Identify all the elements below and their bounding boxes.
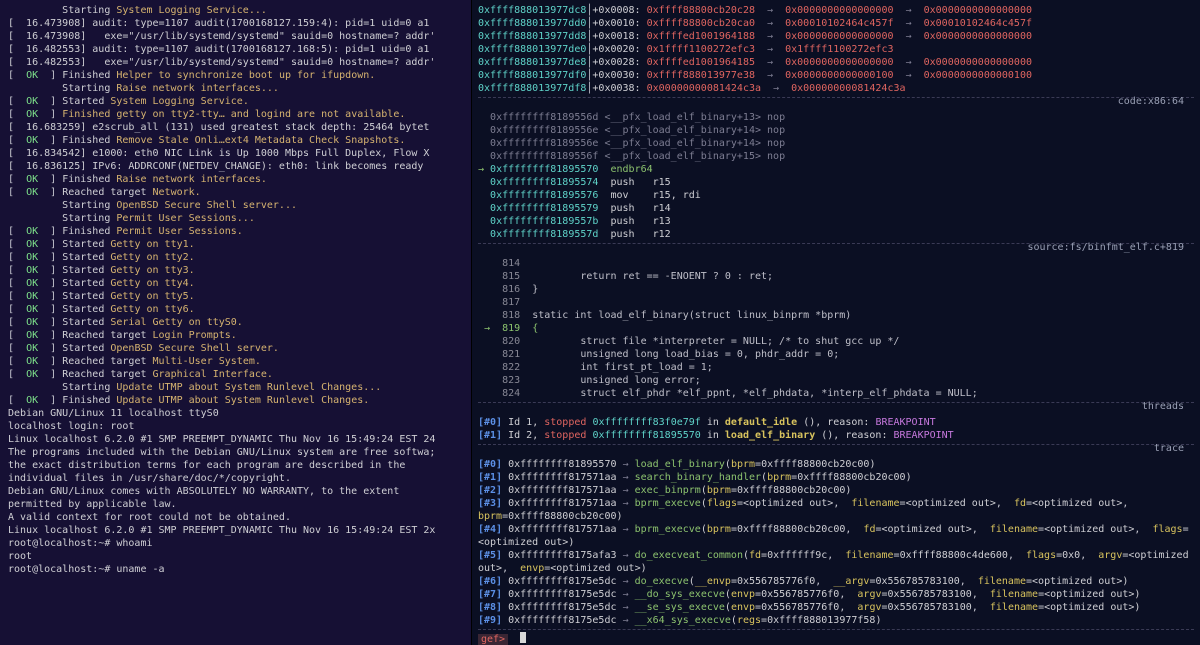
thread-row: [#0] Id 1, stopped 0xffffffff83f0e79f in… — [478, 416, 1194, 429]
boot-line: [ OK ] Finished Update UTMP about System… — [8, 394, 471, 407]
trace-row: [#4] 0xffffffff817571aa → bprm_execve(bp… — [478, 523, 1194, 549]
stack-row: 0xffff888013977df8│+0x0038: 0x0000000008… — [478, 82, 1194, 95]
source-line: 815 return ret == -ENOENT ? 0 : ret; — [478, 270, 1194, 283]
shell-line: root — [8, 550, 471, 563]
shell-line: A valid context for root could not be ob… — [8, 511, 471, 524]
boot-line: [ OK ] Started Getty on tty6. — [8, 303, 471, 316]
boot-line: [ 16.482553] exe="/usr/lib/systemd/syste… — [8, 56, 471, 69]
boot-line: [ 16.482553] audit: type=1107 audit(1700… — [8, 43, 471, 56]
disasm-line: 0xffffffff81895579 push r14 — [478, 202, 1194, 215]
stack-row: 0xffff888013977df0│+0x0030: 0xffff888013… — [478, 69, 1194, 82]
boot-line: [ OK ] Started System Logging Service. — [8, 95, 471, 108]
disasm-line: 0xffffffff8189556d <__pfx_load_elf_binar… — [478, 111, 1194, 124]
trace-row: [#1] 0xffffffff817571aa → search_binary_… — [478, 471, 1194, 484]
source-line: 823 unsigned long error; — [478, 374, 1194, 387]
source-line: 820 struct file *interpreter = NULL; /* … — [478, 335, 1194, 348]
disasm-line: 0xffffffff8189556e <__pfx_load_elf_binar… — [478, 124, 1194, 137]
disasm-line: 0xffffffff8189556e <__pfx_load_elf_binar… — [478, 137, 1194, 150]
boot-line: [ OK ] Started Getty on tty2. — [8, 251, 471, 264]
boot-line: [ OK ] Started Getty on tty3. — [8, 264, 471, 277]
source-line: 824 struct elf_phdr *elf_ppnt, *elf_phda… — [478, 387, 1194, 400]
threads-header: threads — [1142, 400, 1184, 413]
source-view: 814 815 return ret == -ENOENT ? 0 : ret;… — [478, 257, 1194, 400]
boot-log: Starting System Logging Service...[ 16.4… — [8, 4, 471, 407]
source-line: 816 } — [478, 283, 1194, 296]
shell-line: Linux localhost 6.2.0 #1 SMP PREEMPT_DYN… — [8, 433, 471, 446]
trace-row: [#9] 0xffffffff8175e5dc → __x64_sys_exec… — [478, 614, 1194, 627]
shell-line: permitted by applicable law. — [8, 498, 471, 511]
trace-view: [#0] 0xffffffff81895570 → load_elf_binar… — [478, 458, 1194, 627]
code-header: code:x86:64 — [1118, 95, 1184, 108]
boot-line: [ OK ] Reached target Graphical Interfac… — [8, 368, 471, 381]
shell-line: the exact distribution terms for each pr… — [8, 459, 471, 472]
boot-line: [ OK ] Started OpenBSD Secure Shell serv… — [8, 342, 471, 355]
thread-row: [#1] Id 2, stopped 0xffffffff81895570 in… — [478, 429, 1194, 442]
trace-row: [#3] 0xffffffff817571aa → bprm_execve(fl… — [478, 497, 1194, 523]
boot-line: Starting OpenBSD Secure Shell server... — [8, 199, 471, 212]
boot-line: [ OK ] Finished Helper to synchronize bo… — [8, 69, 471, 82]
source-line: 814 — [478, 257, 1194, 270]
boot-line: [ OK ] Reached target Network. — [8, 186, 471, 199]
shell-line: Debian GNU/Linux 11 localhost ttyS0 — [8, 407, 471, 420]
trace-row: [#8] 0xffffffff8175e5dc → __se_sys_execv… — [478, 601, 1194, 614]
boot-line: [ OK ] Finished getty on tty2-tty… and l… — [8, 108, 471, 121]
shell-line[interactable]: root@localhost:~# uname -a — [8, 563, 471, 576]
boot-line: [ OK ] Finished Remove Stale Onli…ext4 M… — [8, 134, 471, 147]
trace-row: [#6] 0xffffffff8175e5dc → do_execve(__en… — [478, 575, 1194, 588]
boot-line: [ OK ] Finished Permit User Sessions. — [8, 225, 471, 238]
disasm-line: 0xffffffff81895576 mov r15, rdi — [478, 189, 1194, 202]
trace-row: [#7] 0xffffffff8175e5dc → __do_sys_execv… — [478, 588, 1194, 601]
debugger-pane: 0xffff888013977dc8│+0x0008: 0xffff88800c… — [472, 0, 1200, 645]
disasm-line: 0xffffffff8189556f <__pfx_load_elf_binar… — [478, 150, 1194, 163]
threads-view: [#0] Id 1, stopped 0xffffffff83f0e79f in… — [478, 416, 1194, 442]
trace-row: [#0] 0xffffffff81895570 → load_elf_binar… — [478, 458, 1194, 471]
disasm-line: 0xffffffff8189557b push r13 — [478, 215, 1194, 228]
stack-row: 0xffff888013977dd8│+0x0018: 0xffffed1001… — [478, 30, 1194, 43]
boot-line: [ OK ] Reached target Multi-User System. — [8, 355, 471, 368]
boot-line: [ 16.473908] exe="/usr/lib/systemd/syste… — [8, 30, 471, 43]
stack-row: 0xffff888013977dd0│+0x0010: 0xffff88800c… — [478, 17, 1194, 30]
boot-line: [ OK ] Started Getty on tty5. — [8, 290, 471, 303]
boot-line: Starting Raise network interfaces... — [8, 82, 471, 95]
trace-row: [#2] 0xffffffff817571aa → exec_binprm(bp… — [478, 484, 1194, 497]
source-line: 821 unsigned long load_bias = 0, phdr_ad… — [478, 348, 1194, 361]
disasm-line: 0xffffffff81895574 push r15 — [478, 176, 1194, 189]
stack-row: 0xffff888013977de8│+0x0028: 0xffffed1001… — [478, 56, 1194, 69]
trace-header: trace — [1154, 442, 1184, 455]
boot-line: [ OK ] Reached target Login Prompts. — [8, 329, 471, 342]
source-line: 817 — [478, 296, 1194, 309]
boot-line: Starting Permit User Sessions... — [8, 212, 471, 225]
shell-line: Debian GNU/Linux comes with ABSOLUTELY N… — [8, 485, 471, 498]
source-line: → 819 { — [478, 322, 1194, 335]
disasm-line: → 0xffffffff81895570 endbr64 — [478, 163, 1194, 176]
disassembly-view: 0xffffffff8189556d <__pfx_load_elf_binar… — [478, 111, 1194, 241]
boot-line: [ OK ] Started Serial Getty on ttyS0. — [8, 316, 471, 329]
shell-session[interactable]: Debian GNU/Linux 11 localhost ttyS0local… — [8, 407, 471, 576]
stack-row: 0xffff888013977de0│+0x0020: 0x1ffff11002… — [478, 43, 1194, 56]
boot-line: [ 16.834542] e1000: eth0 NIC Link is Up … — [8, 147, 471, 160]
stack-row: 0xffff888013977dc8│+0x0008: 0xffff88800c… — [478, 4, 1194, 17]
shell-line: Linux localhost 6.2.0 #1 SMP PREEMPT_DYN… — [8, 524, 471, 537]
shell-line: localhost login: root — [8, 420, 471, 433]
boot-line: [ OK ] Finished Raise network interfaces… — [8, 173, 471, 186]
boot-log-pane: Starting System Logging Service...[ 16.4… — [0, 0, 472, 645]
shell-line: The programs included with the Debian GN… — [8, 446, 471, 459]
boot-line: Starting Update UTMP about System Runlev… — [8, 381, 471, 394]
source-line: 818 static int load_elf_binary(struct li… — [478, 309, 1194, 322]
shell-line: individual files in /usr/share/doc/*/cop… — [8, 472, 471, 485]
disasm-line: 0xffffffff8189557d push r12 — [478, 228, 1194, 241]
gef-prompt[interactable]: gef> — [478, 632, 1194, 645]
boot-line: [ 16.683259] e2scrub_all (131) used grea… — [8, 121, 471, 134]
trace-row: [#5] 0xffffffff8175afa3 → do_execveat_co… — [478, 549, 1194, 575]
shell-line[interactable]: root@localhost:~# whoami — [8, 537, 471, 550]
boot-line: [ 16.473908] audit: type=1107 audit(1700… — [8, 17, 471, 30]
boot-line: [ OK ] Started Getty on tty4. — [8, 277, 471, 290]
source-header: source:fs/binfmt_elf.c+819 — [1027, 241, 1184, 254]
boot-line: Starting System Logging Service... — [8, 4, 471, 17]
source-line: 822 int first_pt_load = 1; — [478, 361, 1194, 374]
boot-line: [ 16.836125] IPv6: ADDRCONF(NETDEV_CHANG… — [8, 160, 471, 173]
boot-line: [ OK ] Started Getty on tty1. — [8, 238, 471, 251]
stack-view: 0xffff888013977dc8│+0x0008: 0xffff88800c… — [478, 4, 1194, 95]
